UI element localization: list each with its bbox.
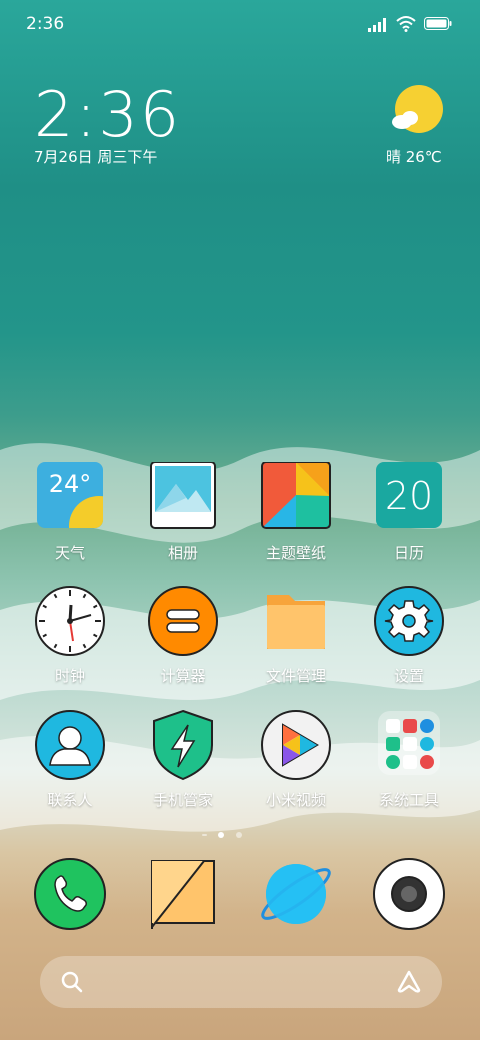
camera-icon <box>372 857 446 931</box>
video-icon <box>259 709 333 783</box>
app-calendar[interactable]: 20 日历 <box>354 462 464 563</box>
battery-icon <box>424 17 452 30</box>
folder-tools-icon <box>372 709 446 783</box>
app-label: 文件管理 <box>265 667 326 685</box>
app-gallery[interactable]: 相册 <box>128 461 238 563</box>
app-label: 日历 <box>393 544 424 562</box>
signal-icon <box>368 18 386 32</box>
app-contacts[interactable]: 联系人 <box>15 709 125 810</box>
themes-icon <box>259 461 333 536</box>
page-dot-active <box>218 832 224 838</box>
app-label: 手机管家 <box>152 791 213 809</box>
calendar-day: 20 <box>384 474 434 518</box>
gear-icon <box>372 585 446 659</box>
status-time: 2:36 <box>26 14 65 34</box>
dock-camera[interactable] <box>354 857 464 931</box>
clock-widget-date: 7月26日 周三下午 <box>34 148 158 166</box>
app-label: 小米视频 <box>265 791 326 809</box>
app-label: 计算器 <box>160 667 206 685</box>
weather-icon: 24° <box>33 462 107 536</box>
app-label: 联系人 <box>47 791 93 809</box>
app-themes[interactable]: 主题壁纸 <box>241 461 351 563</box>
phone-icon <box>33 857 107 931</box>
wifi-icon <box>396 16 416 32</box>
search-icon[interactable] <box>60 970 84 994</box>
clock-icon <box>33 585 107 659</box>
app-label: 相册 <box>167 544 198 562</box>
status-bar: 2:36 <box>0 0 480 50</box>
clock-widget-time[interactable]: 2:36 <box>34 78 181 151</box>
app-calculator[interactable]: 计算器 <box>128 585 238 686</box>
folder-icon <box>259 585 333 659</box>
page-indicator[interactable] <box>200 830 280 840</box>
app-folder-system-tools[interactable]: 系统工具 <box>354 709 464 810</box>
app-label: 主题壁纸 <box>265 544 326 562</box>
dock-messages[interactable] <box>128 857 238 931</box>
assistant-icon[interactable] <box>396 969 422 995</box>
calendar-icon: 20 <box>372 462 446 536</box>
app-label: 设置 <box>393 667 424 685</box>
sunny-weather-icon[interactable] <box>390 84 444 138</box>
app-mi-video[interactable]: 小米视频 <box>241 709 351 810</box>
weather-text: 晴 26℃ <box>386 148 442 166</box>
app-clock[interactable]: 时钟 <box>15 585 125 686</box>
shield-icon <box>146 709 220 783</box>
browser-icon <box>259 857 333 931</box>
weather-app-temp: 24° <box>48 470 92 498</box>
dock-browser[interactable] <box>241 857 351 931</box>
app-label: 天气 <box>54 544 85 562</box>
search-bar[interactable] <box>40 956 442 1008</box>
page-dot <box>236 832 242 838</box>
page-dot <box>202 834 207 836</box>
app-settings[interactable]: 设置 <box>354 585 464 686</box>
calculator-icon <box>146 585 220 659</box>
app-weather[interactable]: 24° 天气 <box>15 462 125 563</box>
gallery-icon <box>146 461 220 536</box>
app-file-manager[interactable]: 文件管理 <box>241 585 351 686</box>
app-security[interactable]: 手机管家 <box>128 709 238 810</box>
app-label: 时钟 <box>54 667 85 685</box>
dock-phone[interactable] <box>15 857 125 931</box>
contact-icon <box>33 709 107 783</box>
app-label: 系统工具 <box>378 791 439 809</box>
messages-icon <box>146 857 220 931</box>
